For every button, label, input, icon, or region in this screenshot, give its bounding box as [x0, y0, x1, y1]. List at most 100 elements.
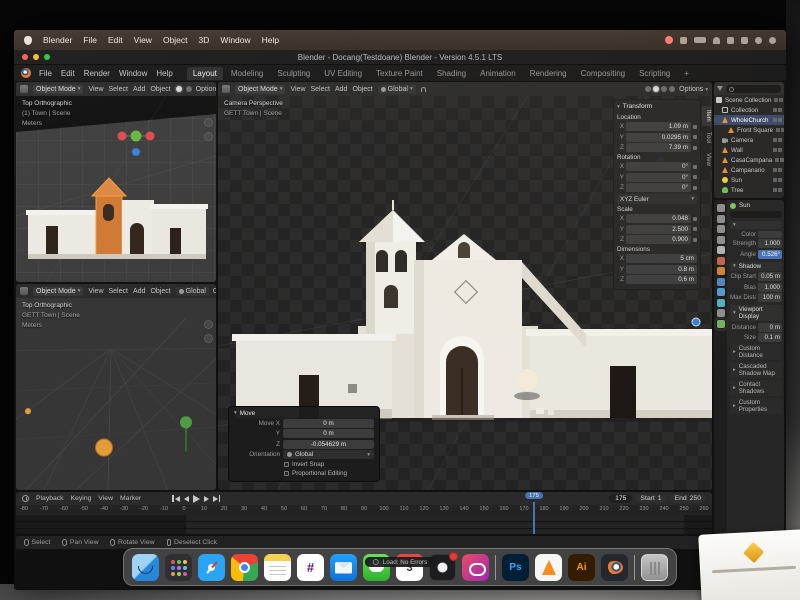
outliner-row[interactable]: Campanario: [714, 165, 784, 175]
editor-type-icon[interactable]: [20, 287, 28, 295]
frame-start-field[interactable]: Start1: [635, 494, 666, 503]
panel-collapse-icon[interactable]: ▾: [617, 104, 620, 110]
options-dropdown[interactable]: Options ▾: [679, 86, 708, 93]
frame-end-field[interactable]: End250: [670, 494, 706, 503]
jump-to-start-button[interactable]: [172, 495, 180, 502]
status-icon[interactable]: [694, 37, 706, 43]
topbar-menu-item[interactable]: Edit: [61, 69, 75, 78]
checkbox[interactable]: [284, 471, 289, 476]
status-icon[interactable]: [769, 37, 776, 44]
zoom-window-button[interactable]: [44, 54, 50, 60]
collapsed-panel-header[interactable]: ▸Contact Shadows: [730, 380, 782, 396]
properties-tab-icon[interactable]: [717, 309, 725, 317]
value-field[interactable]: 0°: [626, 162, 691, 171]
status-icon[interactable]: [741, 37, 748, 44]
macos-menu-item[interactable]: Object: [163, 35, 188, 45]
status-icon[interactable]: [755, 37, 762, 44]
viewport-main-canvas[interactable]: Camera Perspective GETT Town | Scene ▾Tr…: [218, 96, 712, 490]
dock-item[interactable]: [165, 554, 192, 581]
viewport-bottom-left-canvas[interactable]: Top Orthographic GETT Town | Scene Meter…: [16, 298, 216, 490]
dock-item[interactable]: [132, 554, 159, 581]
properties-tab-icon[interactable]: [717, 236, 725, 244]
dock-item[interactable]: Ai: [568, 554, 595, 581]
camera-gizmo-icon[interactable]: [204, 132, 213, 141]
lock-icon[interactable]: [693, 146, 697, 150]
outliner-row[interactable]: WholeChurch: [714, 115, 784, 125]
property-value-field[interactable]: 100 m: [758, 293, 782, 302]
orientation-dropdown[interactable]: Global▾: [283, 450, 374, 459]
workspace-tab[interactable]: Sculpting: [271, 67, 316, 80]
macos-menu-item[interactable]: File: [83, 35, 97, 45]
viewport-menu-item[interactable]: Select: [311, 86, 330, 93]
options-dropdown[interactable]: Options: [213, 288, 216, 295]
viewport-menu-item[interactable]: Add: [133, 86, 145, 93]
outliner-row[interactable]: CasaCampana: [714, 155, 784, 165]
timeline-menu-item[interactable]: Marker: [120, 495, 141, 502]
zoom-gizmo-icon[interactable]: [204, 334, 213, 343]
mode-dropdown[interactable]: Object Mode▾: [33, 85, 83, 94]
checkbox[interactable]: [284, 462, 289, 467]
workspace-tab[interactable]: Shading: [431, 67, 472, 80]
dock-item[interactable]: [231, 554, 258, 581]
zoom-gizmo-icon[interactable]: [204, 118, 213, 127]
viewport-menu-item[interactable]: Select: [109, 86, 128, 93]
editor-type-icon[interactable]: [222, 85, 230, 93]
value-field[interactable]: 7.39 m: [626, 143, 691, 152]
options-dropdown[interactable]: Options: [196, 86, 216, 93]
collapsed-panel-header[interactable]: ▸Custom Properties: [730, 398, 782, 414]
topbar-menu-item[interactable]: Window: [119, 69, 147, 78]
viewport-menu-item[interactable]: View: [88, 86, 103, 93]
viewport-menu-item[interactable]: Add: [335, 86, 347, 93]
workspace-tab[interactable]: Rendering: [524, 67, 573, 80]
properties-tab-icon[interactable]: [717, 320, 725, 328]
value-field[interactable]: 0.8 m: [626, 265, 697, 274]
timeline-menu-item[interactable]: View: [98, 495, 113, 502]
viewport-menu-item[interactable]: Object: [352, 86, 372, 93]
properties-tab-icon[interactable]: [717, 225, 725, 233]
orbit-gizmo-icon[interactable]: [204, 320, 213, 329]
value-field[interactable]: 0.0295 m: [626, 133, 691, 142]
workspace-tab[interactable]: Layout: [187, 67, 223, 80]
play-button[interactable]: [193, 495, 200, 503]
mode-dropdown[interactable]: Object Mode▾: [33, 287, 83, 296]
filter-icon[interactable]: [717, 86, 723, 91]
timeline-tracks[interactable]: [16, 515, 712, 534]
lock-icon[interactable]: [693, 125, 697, 129]
n-panel-tab[interactable]: Item: [702, 106, 712, 126]
property-value-field[interactable]: 0.526°: [758, 250, 782, 259]
value-field[interactable]: 0°: [626, 173, 691, 182]
panel-header[interactable]: ▾: [730, 221, 782, 229]
n-panel-tab[interactable]: View: [702, 149, 712, 170]
jump-to-end-button[interactable]: [213, 495, 221, 502]
value-field[interactable]: 0.6 m: [626, 275, 697, 284]
status-icon[interactable]: [713, 37, 720, 44]
shading-rendered-icon[interactable]: [669, 86, 675, 92]
collapsed-panel-header[interactable]: ▸Custom Distance: [730, 344, 782, 360]
panel-header[interactable]: ▾Shadow: [730, 262, 782, 271]
property-value-field[interactable]: [758, 231, 782, 238]
panel-header[interactable]: ▾Viewport Display: [730, 305, 782, 321]
minimize-window-button[interactable]: [33, 54, 39, 60]
status-icon[interactable]: [680, 37, 687, 44]
shading-wireframe-icon[interactable]: [645, 86, 651, 92]
dock-item[interactable]: [634, 555, 635, 580]
value-field[interactable]: 0.900: [626, 235, 691, 244]
properties-tab-icon[interactable]: [717, 257, 725, 265]
outliner-row[interactable]: Tree: [714, 185, 784, 195]
playhead[interactable]: 175: [533, 502, 535, 534]
lock-icon[interactable]: [693, 165, 697, 169]
timeline-editor-icon[interactable]: [22, 495, 29, 502]
close-window-button[interactable]: [22, 54, 28, 60]
previous-keyframe-button[interactable]: [184, 496, 189, 502]
outliner-search-field[interactable]: [726, 85, 781, 93]
properties-tab-icon[interactable]: [717, 267, 725, 275]
shading-solid-icon[interactable]: [176, 86, 182, 92]
value-field[interactable]: 5 cm: [626, 254, 697, 263]
dock-item[interactable]: [601, 554, 628, 581]
viewport-menu-item[interactable]: Add: [133, 288, 145, 295]
dock-item[interactable]: Ps: [502, 554, 529, 581]
shading-material-icon[interactable]: [661, 86, 667, 92]
timeline-menu-item[interactable]: Keying: [71, 495, 92, 502]
properties-tab-icon[interactable]: [717, 299, 725, 307]
next-keyframe-button[interactable]: [204, 496, 209, 502]
